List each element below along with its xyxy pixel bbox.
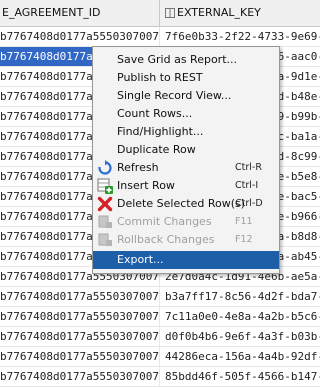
menu-item-refresh[interactable]: Refresh Ctrl-R bbox=[93, 159, 279, 177]
table-row[interactable]: b7767408d0177a55503070077 7f6e0b33-2f22-4… bbox=[0, 27, 320, 47]
table-row[interactable]: b7767408d0177a55503070077 d0f0b4b6-9e6f-4… bbox=[0, 327, 320, 347]
column-header-agreement-id[interactable]: E_AGREEMENT_ID bbox=[0, 0, 160, 26]
menu-item-count-rows[interactable]: Count Rows... bbox=[93, 105, 279, 123]
cell-external-key[interactable]: b3a7ff17-8c56-4d2f-bda7-4 bbox=[161, 287, 320, 306]
sort-icon bbox=[165, 8, 175, 18]
menu-item-label: Duplicate Row bbox=[117, 143, 196, 156]
rollback-icon bbox=[98, 233, 112, 246]
menu-item-shortcut: F11 bbox=[235, 216, 253, 227]
table-row[interactable]: b7767408d0177a55503070077 7c11a0e0-4e8a-4… bbox=[0, 307, 320, 327]
menu-item-export[interactable]: Export... bbox=[93, 251, 279, 269]
menu-item-label: Find/Highlight... bbox=[117, 125, 204, 138]
cell-agreement-id[interactable]: b7767408d0177a55503070077 bbox=[0, 327, 160, 346]
menu-item-shortcut: Ctrl-I bbox=[235, 180, 259, 191]
column-header-label: EXTERNAL_KEY bbox=[177, 6, 261, 19]
menu-item-label: Delete Selected Row(s) bbox=[117, 197, 246, 210]
delete-icon bbox=[97, 196, 113, 212]
cell-external-key[interactable]: 44286eca-156a-4a4b-92df-3 bbox=[161, 347, 320, 366]
menu-item-label: Export... bbox=[117, 253, 164, 266]
menu-item-publish-to-rest[interactable]: Publish to REST bbox=[93, 69, 279, 87]
menu-item-shortcut: Ctrl-D bbox=[235, 198, 263, 209]
menu-item-single-record-view[interactable]: Single Record View... bbox=[93, 87, 279, 105]
menu-item-shortcut: F12 bbox=[235, 234, 253, 245]
menu-item-label: Insert Row bbox=[117, 179, 175, 192]
menu-item-label: Publish to REST bbox=[117, 71, 203, 84]
refresh-icon bbox=[98, 160, 112, 175]
cell-agreement-id[interactable]: b7767408d0177a55503070077 bbox=[0, 27, 160, 46]
insert-row-icon bbox=[97, 178, 113, 194]
menu-item-duplicate-row[interactable]: Duplicate Row bbox=[93, 141, 279, 159]
menu-item-label: Commit Changes bbox=[117, 215, 212, 228]
menu-item-label: Save Grid as Report... bbox=[117, 53, 238, 66]
table-row[interactable]: b7767408d0177a55503070077 b3a7ff17-8c56-4… bbox=[0, 287, 320, 307]
menu-item-commit-changes: Commit Changes F11 bbox=[93, 213, 279, 231]
column-header-external-key[interactable]: EXTERNAL_KEY bbox=[161, 0, 320, 26]
cell-agreement-id[interactable]: b7767408d0177a55503070077 bbox=[0, 287, 160, 306]
menu-item-label: Count Rows... bbox=[117, 107, 193, 120]
menu-item-save-grid-as-report[interactable]: Save Grid as Report... bbox=[93, 51, 279, 69]
context-menu: Save Grid as Report... Publish to REST S… bbox=[92, 46, 280, 274]
cell-external-key[interactable]: 85bdd46f-505f-4566-b147-1 bbox=[161, 367, 320, 386]
menu-item-find-highlight[interactable]: Find/Highlight... bbox=[93, 123, 279, 141]
cell-agreement-id[interactable]: b7767408d0177a55503070077 bbox=[0, 367, 160, 386]
menu-item-shortcut: Ctrl-R bbox=[235, 162, 262, 173]
table-row[interactable]: b7767408d0177a55503070077 85bdd46f-505f-4… bbox=[0, 367, 320, 387]
commit-icon bbox=[98, 215, 112, 228]
cell-external-key[interactable]: d0f0b4b6-9e6f-4a3f-b03b-9 bbox=[161, 327, 320, 346]
menu-item-insert-row[interactable]: Insert Row Ctrl-I bbox=[93, 177, 279, 195]
menu-item-label: Single Record View... bbox=[117, 89, 232, 102]
menu-item-delete-selected-rows[interactable]: Delete Selected Row(s) Ctrl-D bbox=[93, 195, 279, 213]
grid-header: E_AGREEMENT_ID EXTERNAL_KEY bbox=[0, 0, 320, 27]
cell-external-key[interactable]: 7f6e0b33-2f22-4733-9e69-5 bbox=[161, 27, 320, 46]
menu-item-rollback-changes: Rollback Changes F12 bbox=[93, 231, 279, 249]
cell-agreement-id[interactable]: b7767408d0177a55503070077 bbox=[0, 347, 160, 366]
menu-item-label: Refresh bbox=[117, 161, 159, 174]
table-row[interactable]: b7767408d0177a55503070077 44286eca-156a-4… bbox=[0, 347, 320, 367]
menu-item-label: Rollback Changes bbox=[117, 233, 215, 246]
